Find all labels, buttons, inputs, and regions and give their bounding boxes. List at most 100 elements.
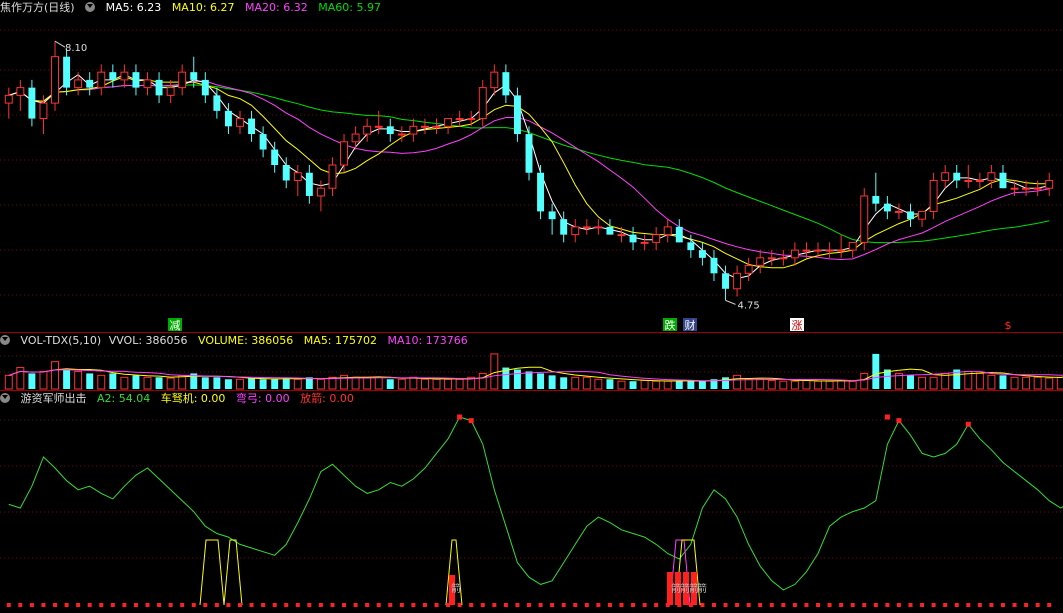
candle-body xyxy=(16,87,25,96)
baseline-dot xyxy=(133,603,138,607)
baseline-dot xyxy=(18,603,23,607)
volume-bar xyxy=(756,378,765,390)
candle-body xyxy=(756,257,765,267)
baseline-dot xyxy=(330,603,335,607)
volume-bar xyxy=(1022,376,1031,390)
event-marker: 财 xyxy=(685,318,696,332)
candle-body xyxy=(987,172,996,181)
candle-body xyxy=(964,179,973,182)
baseline-dot xyxy=(76,603,81,607)
baseline-dot xyxy=(677,603,682,607)
stock-chart-canvas[interactable]: 箭箭箭箭箭 8.104.75减跌财涨 $ xyxy=(0,0,1063,613)
baseline-dot xyxy=(839,603,844,607)
baseline-dot xyxy=(711,603,716,607)
baseline-dot xyxy=(943,603,948,607)
volume-bar xyxy=(282,378,290,389)
high-label: 8.10 xyxy=(65,43,87,54)
volume-bar xyxy=(513,369,521,389)
volume-bar xyxy=(1045,377,1054,390)
candle-body xyxy=(340,141,349,166)
candle-body xyxy=(1022,187,1031,190)
baseline-dot xyxy=(769,603,774,607)
candle-body xyxy=(883,203,891,212)
a2-line xyxy=(8,416,1063,591)
baseline-dot xyxy=(700,603,705,607)
volume-bar xyxy=(872,353,880,389)
volume-bar xyxy=(109,373,117,389)
baseline-dot xyxy=(1024,603,1029,607)
volume-bar xyxy=(420,378,429,390)
peak-dot xyxy=(468,418,474,424)
volume-bar xyxy=(560,377,568,389)
volume-bar xyxy=(802,379,811,390)
candle-body xyxy=(929,179,938,212)
volume-chart xyxy=(4,353,1063,390)
volume-bar xyxy=(432,378,441,390)
baseline-dot xyxy=(816,603,821,607)
event-marker: 减 xyxy=(170,319,181,332)
baseline-dot xyxy=(1012,603,1017,607)
volume-bar xyxy=(675,381,683,389)
volume-bar xyxy=(537,373,545,389)
baseline-dot xyxy=(434,603,439,607)
candle-body xyxy=(444,118,453,127)
candle-body xyxy=(467,118,476,121)
volume-bar xyxy=(929,376,938,390)
candle-body xyxy=(999,172,1007,189)
candle-body xyxy=(132,72,140,88)
baseline-dot xyxy=(168,603,173,607)
candle-body xyxy=(594,226,603,229)
baseline-dot xyxy=(64,603,69,607)
volume-bar xyxy=(363,376,372,390)
candle-body xyxy=(582,226,591,229)
candle-body xyxy=(606,226,614,235)
candle-body xyxy=(155,79,163,96)
volume-bar xyxy=(663,380,672,390)
volume-bar xyxy=(374,376,383,390)
peak-dot xyxy=(965,421,971,427)
candle-body xyxy=(166,87,175,96)
volume-bar xyxy=(224,379,232,389)
candle-body xyxy=(420,125,429,128)
volume-bar xyxy=(548,375,556,389)
candle-body xyxy=(733,272,742,290)
volume-bar xyxy=(178,374,187,390)
candle-body xyxy=(4,94,13,104)
candle-body xyxy=(941,172,950,181)
baseline-dot xyxy=(365,603,370,607)
baseline-dot xyxy=(191,603,196,607)
candle-body xyxy=(710,257,718,274)
baseline-dot xyxy=(735,603,740,607)
volume-bar xyxy=(837,379,846,390)
baseline-dot xyxy=(29,603,34,607)
volume-bar xyxy=(744,378,753,390)
volume-bar xyxy=(640,379,649,390)
baseline-dot xyxy=(1000,603,1005,607)
volume-bar xyxy=(409,376,418,390)
baseline-dot xyxy=(896,603,901,607)
volume-bar xyxy=(594,378,603,390)
volume-bar xyxy=(814,380,822,390)
candle-body xyxy=(894,210,903,213)
candle-body xyxy=(790,249,799,259)
peak-dot xyxy=(896,418,902,424)
baseline-dot xyxy=(966,603,971,607)
volume-bar xyxy=(63,369,71,389)
candle-body xyxy=(548,211,556,220)
volume-bar xyxy=(1056,376,1063,390)
volume-bar xyxy=(629,381,637,389)
baseline-dot xyxy=(157,603,162,607)
arrow-label: 箭 xyxy=(697,582,707,595)
volume-bar xyxy=(386,379,394,389)
baseline-dot xyxy=(214,603,219,607)
volume-bar xyxy=(86,373,94,389)
baseline-dot xyxy=(480,603,485,607)
candle-body xyxy=(86,79,94,88)
baseline-dot xyxy=(873,603,878,607)
baseline-dot xyxy=(353,603,358,607)
candle-body xyxy=(224,110,232,127)
baseline-dot xyxy=(376,603,381,607)
volume-bar xyxy=(582,376,591,390)
volume-bar xyxy=(28,373,36,389)
volume-bar xyxy=(293,378,302,390)
